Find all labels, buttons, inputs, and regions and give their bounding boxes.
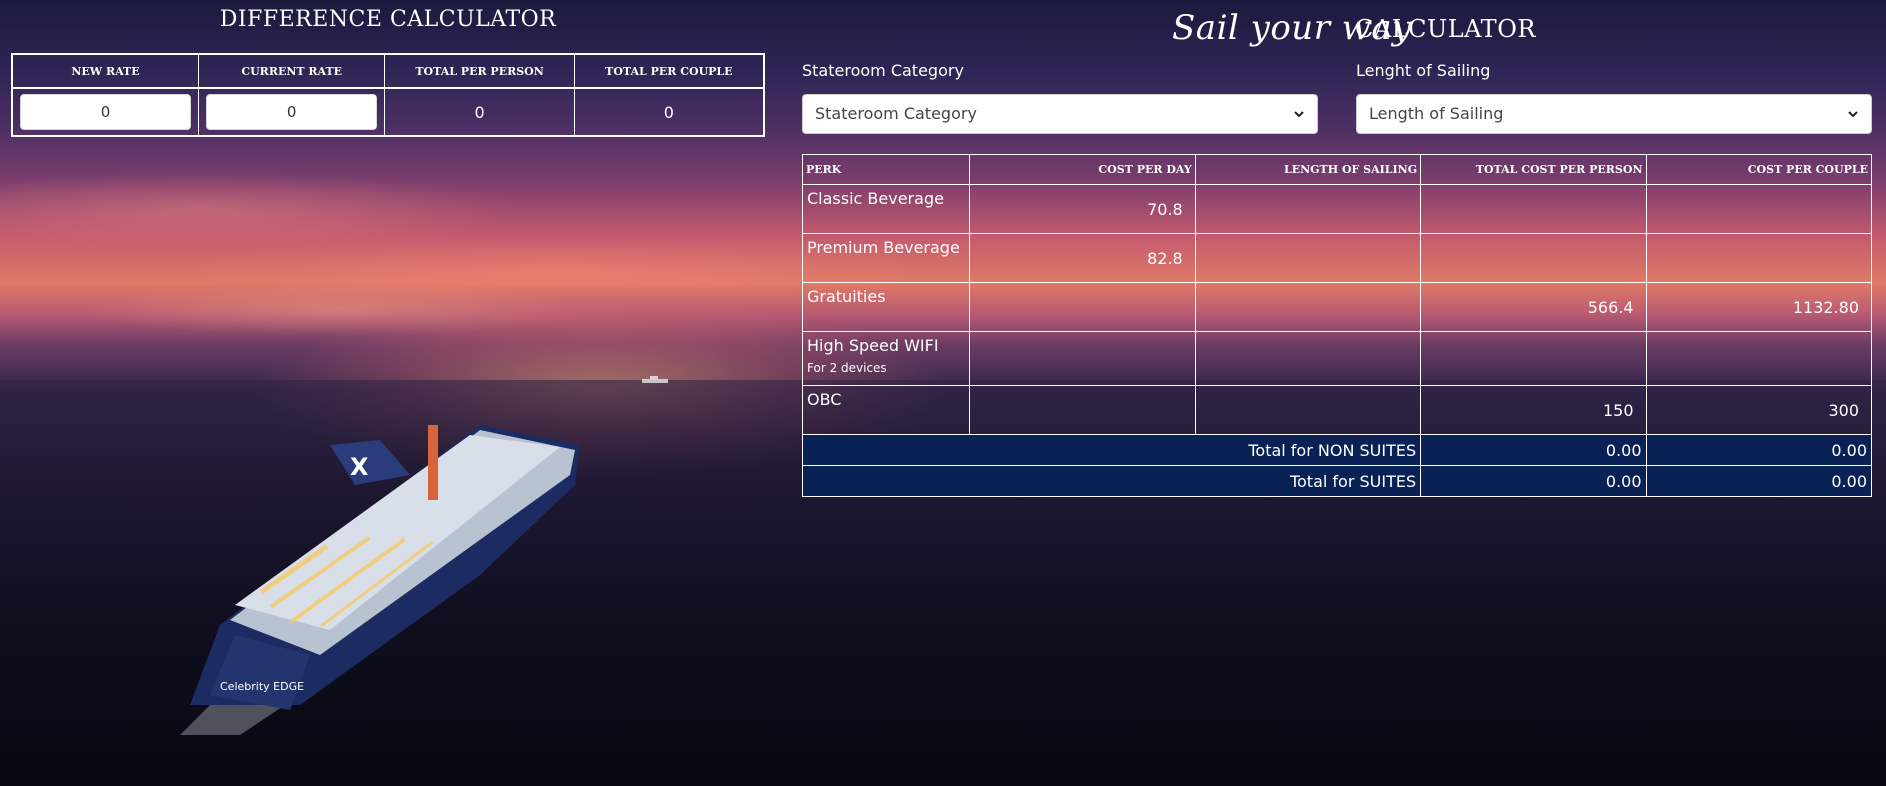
current-rate-input[interactable] <box>206 94 378 130</box>
difference-calculator-table: NEW RATE CURRENT RATE TOTAL PER PERSON T… <box>11 53 765 137</box>
total-row-suites: Total for SUITES 0.00 0.00 <box>801 465 1873 497</box>
total-row-non-suites: Total for NON SUITES 0.00 0.00 <box>801 434 1873 466</box>
per-couple-cell: 1132.80 <box>1645 282 1873 332</box>
length-cell <box>1194 385 1422 435</box>
length-cell <box>1194 184 1422 234</box>
per-couple-cell <box>1645 331 1873 386</box>
cost-per-day-cell: 70.8 <box>969 184 1196 234</box>
perk-name: Gratuities <box>801 282 971 332</box>
perk-name: Classic Beverage <box>801 184 971 234</box>
table-row: Classic Beverage 70.8 <box>801 184 1873 234</box>
length-cell <box>1194 233 1422 283</box>
perk-cost-table: PERK COST PER DAY LENGTH OF SAILING TOTA… <box>801 154 1873 497</box>
table-row: Gratuities 566.4 1132.80 <box>801 282 1873 332</box>
chevron-down-icon <box>1294 111 1304 118</box>
total-per-person-cell: 566.4 <box>1420 282 1647 332</box>
per-couple-cell <box>1645 233 1873 283</box>
per-couple-cell: 300 <box>1645 385 1873 435</box>
calculator-title: CALCULATOR <box>1355 15 1536 43</box>
perk-name: High Speed WIFI <box>807 336 939 355</box>
stateroom-category-selected: Stateroom Category <box>815 104 977 123</box>
cost-per-day-cell <box>969 385 1196 435</box>
total-per-person-value: 0 <box>384 87 575 137</box>
current-rate-cell <box>197 87 386 137</box>
perk-name-cell: High Speed WIFI For 2 devices <box>801 331 971 386</box>
total-per-couple-value: 0 <box>573 87 765 137</box>
total-per-person-cell <box>1420 233 1647 283</box>
total-label: Total for NON SUITES <box>801 434 1422 466</box>
perk-name: Premium Beverage <box>801 233 971 283</box>
chevron-down-icon <box>1848 111 1858 118</box>
new-rate-cell <box>11 87 199 137</box>
length-of-sailing-select[interactable]: Length of Sailing <box>1356 94 1872 134</box>
header-cost-per-couple: COST PER COUPLE <box>1645 154 1873 185</box>
perk-name: OBC <box>801 385 971 435</box>
header-total-per-person: TOTAL PER PERSON <box>384 53 575 89</box>
total-per-person: 0.00 <box>1420 465 1647 497</box>
total-per-person-cell: 150 <box>1420 385 1647 435</box>
total-per-person: 0.00 <box>1420 434 1647 466</box>
stateroom-category-select[interactable]: Stateroom Category <box>802 94 1318 134</box>
length-cell <box>1194 282 1422 332</box>
header-new-rate: NEW RATE <box>11 53 199 89</box>
header-total-per-couple: TOTAL PER COUPLE <box>573 53 765 89</box>
table-row: Premium Beverage 82.8 <box>801 233 1873 283</box>
cost-per-day-cell <box>969 331 1196 386</box>
difference-calculator-title: DIFFERENCE CALCULATOR <box>219 7 557 32</box>
total-per-couple: 0.00 <box>1645 465 1873 497</box>
length-cell <box>1194 331 1422 386</box>
total-per-person-cell <box>1420 331 1647 386</box>
cost-per-day-cell <box>969 282 1196 332</box>
header-perk: PERK <box>801 154 971 185</box>
total-per-couple: 0.00 <box>1645 434 1873 466</box>
header-current-rate: CURRENT RATE <box>197 53 386 89</box>
table-row: High Speed WIFI For 2 devices <box>801 331 1873 386</box>
per-couple-cell <box>1645 184 1873 234</box>
header-total-cost-per-person: TOTAL COST PER PERSON <box>1420 154 1647 185</box>
cost-per-day-cell: 82.8 <box>969 233 1196 283</box>
total-per-person-cell <box>1420 184 1647 234</box>
new-rate-input[interactable] <box>20 94 191 130</box>
header-cost-per-day: COST PER DAY <box>969 154 1196 185</box>
length-of-sailing-label: Lenght of Sailing <box>1356 61 1491 80</box>
perk-note: For 2 devices <box>807 361 887 375</box>
header-length-of-sailing: LENGTH OF SAILING <box>1194 154 1422 185</box>
total-label: Total for SUITES <box>801 465 1422 497</box>
table-row: OBC 150 300 <box>801 385 1873 435</box>
length-of-sailing-selected: Length of Sailing <box>1369 104 1504 123</box>
stateroom-category-label: Stateroom Category <box>802 61 964 80</box>
